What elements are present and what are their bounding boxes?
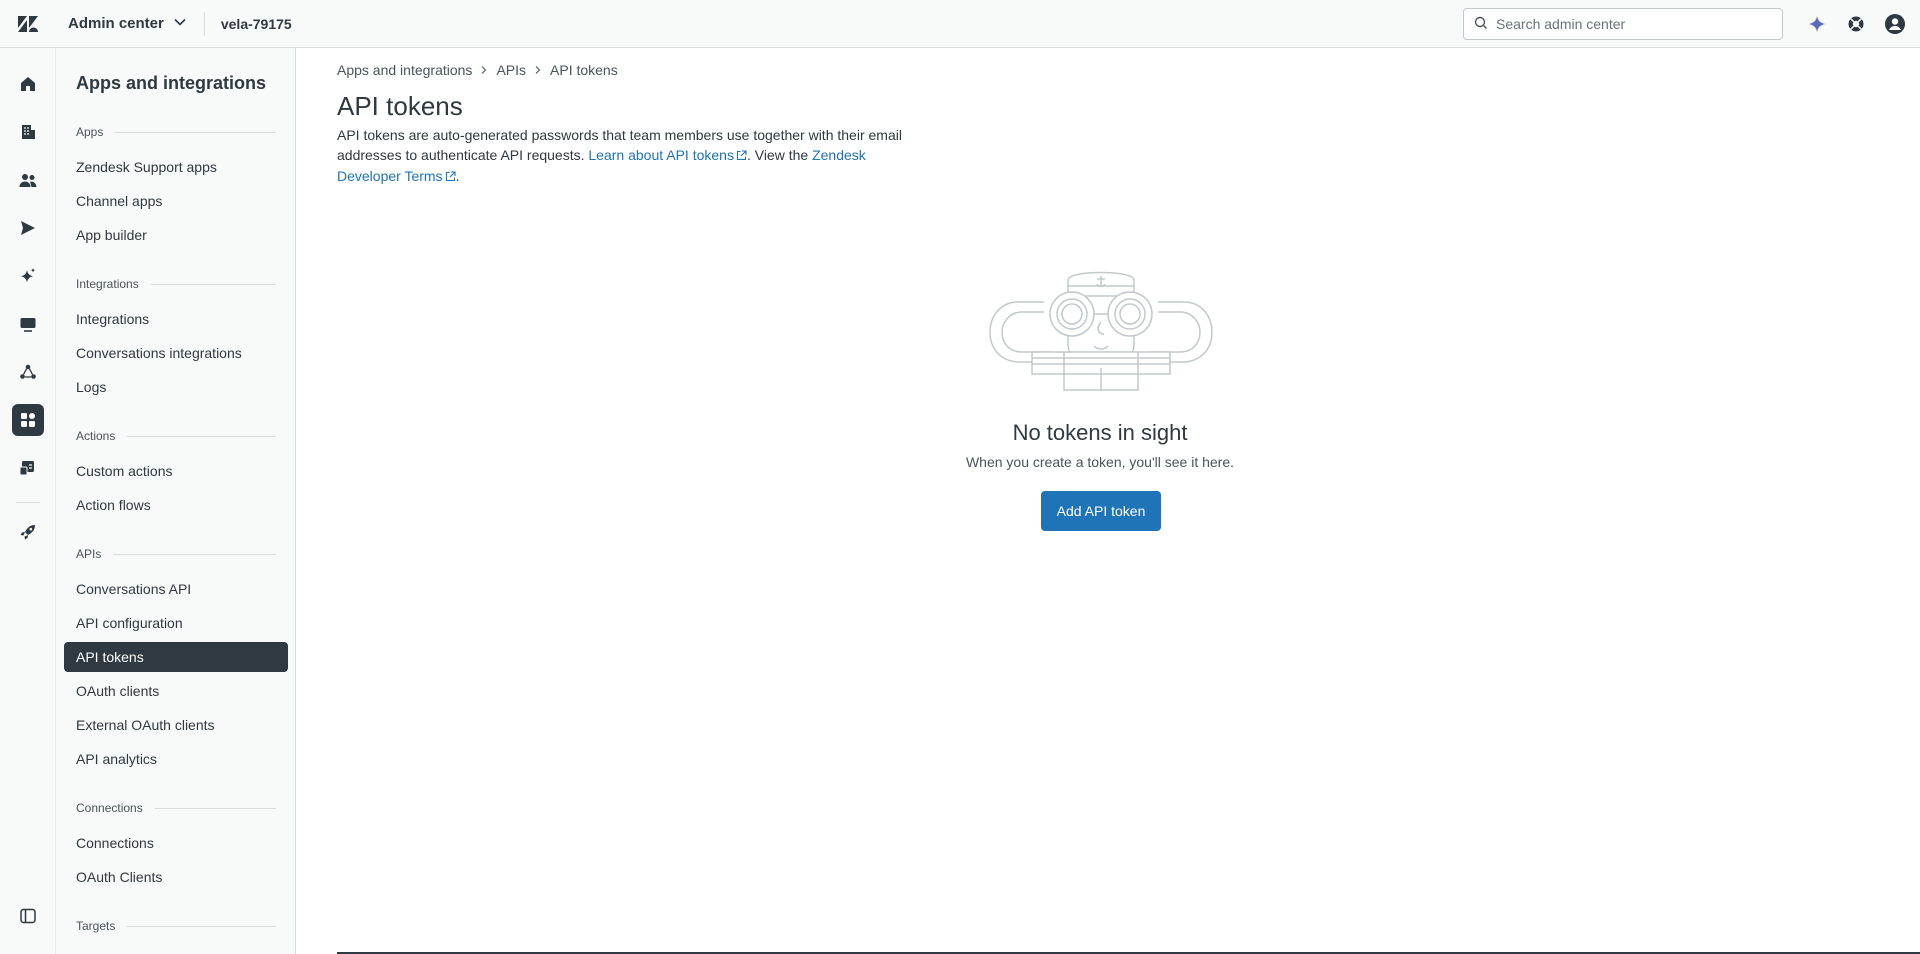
breadcrumb-apis[interactable]: APIs (496, 62, 526, 78)
sparkle-icon[interactable] (12, 260, 44, 292)
secondary-nav: Apps and integrations Apps Zendesk Suppo… (56, 48, 296, 954)
building-icon[interactable] (12, 116, 44, 148)
period-text: . (455, 168, 460, 184)
section-targets: Targets (76, 919, 276, 933)
view-the-text: . View the (746, 147, 809, 163)
section-label: Connections (76, 801, 143, 815)
section-label: Targets (76, 919, 116, 933)
search-field[interactable] (1463, 8, 1783, 40)
nav-item-connections[interactable]: Connections (64, 828, 288, 858)
section-actions: Actions (76, 429, 276, 443)
nav-item-action-flows[interactable]: Action flows (64, 490, 288, 520)
nav-item-api-analytics[interactable]: API analytics (64, 744, 288, 774)
nav-item-external-oauth-clients[interactable]: External OAuth clients (64, 710, 288, 740)
external-link-icon (445, 167, 456, 187)
objects-icon[interactable] (12, 356, 44, 388)
ai-sparkle-icon[interactable] (1797, 0, 1836, 48)
nav-item-conversations-integrations[interactable]: Conversations integrations (64, 338, 288, 368)
nav-item-conversations-api[interactable]: Conversations API (64, 574, 288, 604)
nav-item-oauth-clients[interactable]: OAuth clients (64, 676, 288, 706)
user-avatar-icon[interactable] (1875, 0, 1914, 48)
learn-about-api-tokens-link[interactable]: Learn about API tokens (588, 147, 747, 163)
collapse-sidebar-icon[interactable] (12, 900, 44, 932)
chevron-down-icon (172, 14, 188, 34)
rail-divider (16, 502, 40, 503)
nav-item-app-builder[interactable]: App builder (64, 220, 288, 250)
nav-item-integrations[interactable]: Integrations (64, 304, 288, 334)
breadcrumb: Apps and integrations APIs API tokens (337, 62, 618, 78)
people-icon[interactable] (12, 164, 44, 196)
external-link-icon (736, 146, 747, 166)
section-label: Actions (76, 429, 116, 443)
nav-item-custom-actions[interactable]: Custom actions (64, 456, 288, 486)
section-label: Apps (76, 125, 104, 139)
product-name: Admin center (68, 15, 164, 32)
nav-item-api-configuration[interactable]: API configuration (64, 608, 288, 638)
empty-state-title: No tokens in sight (1012, 420, 1188, 445)
breadcrumb-apps-and-integrations[interactable]: Apps and integrations (337, 62, 472, 78)
product-switcher[interactable]: Admin center (56, 0, 200, 48)
help-lifebuoy-icon[interactable] (1836, 0, 1875, 48)
nav-item-api-tokens[interactable]: API tokens (64, 642, 288, 672)
main-content: Apps and integrations APIs API tokens AP… (296, 48, 1920, 954)
page-description: API tokens are auto-generated passwords … (337, 125, 907, 187)
send-icon[interactable] (12, 212, 44, 244)
chevron-right-icon (479, 62, 489, 78)
empty-state-subtitle: When you create a token, you'll see it h… (965, 454, 1235, 470)
account-icon[interactable] (12, 452, 44, 484)
nav-item-zendesk-support-apps[interactable]: Zendesk Support apps (64, 152, 288, 182)
rocket-icon[interactable] (12, 516, 44, 548)
divider (203, 11, 205, 36)
add-api-token-button[interactable]: Add API token (1041, 491, 1161, 531)
page-title: API tokens (337, 91, 463, 121)
nav-item-logs[interactable]: Logs (64, 372, 288, 402)
section-apps: Apps (76, 125, 276, 139)
section-apis: APIs (76, 547, 276, 561)
apps-grid-icon[interactable] (12, 404, 44, 436)
nav-item-oauth-clients-connections[interactable]: OAuth Clients (64, 862, 288, 892)
binoculars-sailor-illustration (988, 262, 1214, 394)
nav-title: Apps and integrations (76, 73, 267, 93)
home-icon[interactable] (12, 68, 44, 100)
nav-item-channel-apps[interactable]: Channel apps (64, 186, 288, 216)
monitor-icon[interactable] (12, 308, 44, 340)
search-icon (1474, 16, 1488, 33)
section-label: Integrations (76, 277, 139, 291)
zendesk-logo-icon[interactable] (0, 0, 56, 48)
breadcrumb-current: API tokens (550, 62, 618, 78)
search-input[interactable] (1496, 16, 1766, 32)
product-rail (0, 48, 56, 954)
section-label: APIs (76, 547, 102, 561)
chevron-right-icon (533, 62, 543, 78)
account-name: vela-79175 (220, 15, 292, 32)
top-bar: Admin center vela-79175 (0, 0, 1920, 48)
section-connections: Connections (76, 801, 276, 815)
section-integrations: Integrations (76, 277, 276, 291)
